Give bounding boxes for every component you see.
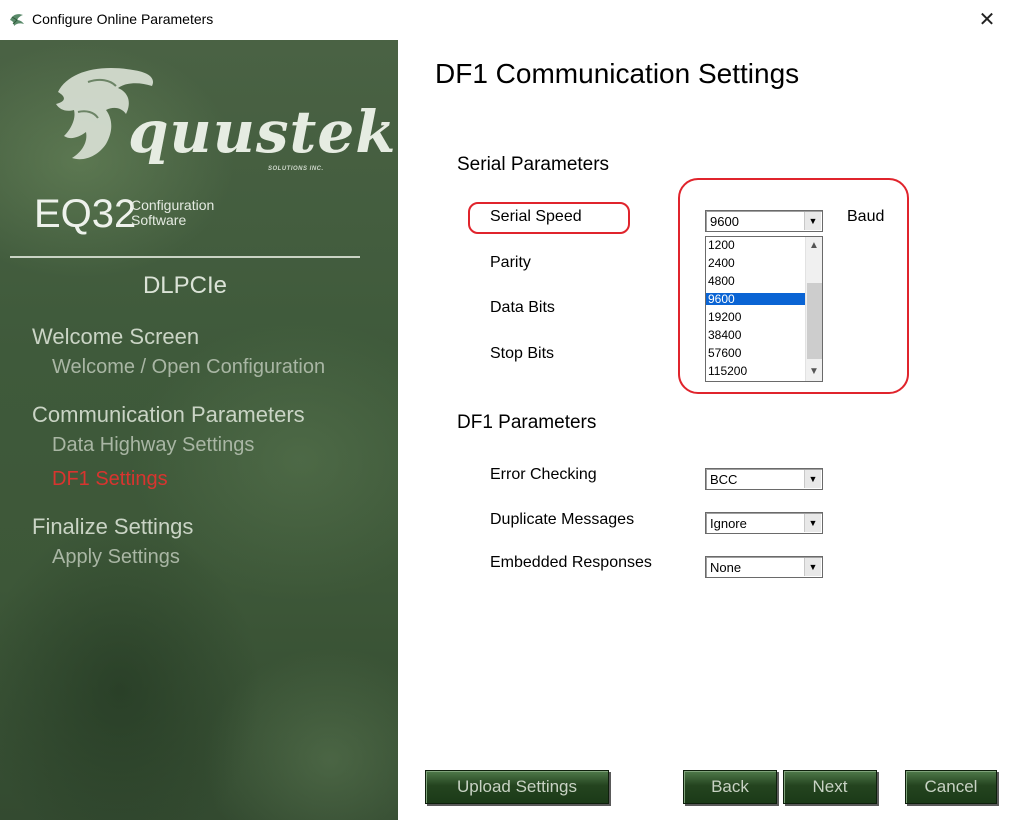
duplicate-messages-dropdown[interactable]: Ignore ▼ (705, 512, 823, 534)
chevron-down-icon[interactable]: ▼ (804, 470, 821, 488)
label-stop-bits: Stop Bits (490, 345, 555, 362)
close-icon[interactable]: ✕ (973, 6, 1001, 34)
nav-heading-finalize: Finalize Settings (32, 514, 194, 539)
section-heading-df1: DF1 Parameters (457, 412, 597, 433)
label-error-checking: Error Checking (490, 466, 597, 483)
nav-item-apply-settings[interactable]: Apply Settings (52, 546, 180, 569)
device-model: DLPCIe (142, 272, 228, 299)
cancel-button[interactable]: Cancel (905, 770, 997, 804)
annotation-highlight-speed-dropdown (678, 178, 909, 394)
app-icon (10, 14, 24, 26)
nav-heading-welcome: Welcome Screen (32, 324, 200, 349)
nav-item-data-highway-settings[interactable]: Data Highway Settings (52, 434, 254, 457)
window-title: Configure Online Parameters (32, 11, 214, 27)
nav-item-df1-settings[interactable]: DF1 Settings (52, 468, 168, 491)
nav-heading-communication: Communication Parameters (32, 402, 305, 427)
upload-settings-button[interactable]: Upload Settings (425, 770, 609, 804)
logo-wordmark: quustek (128, 98, 397, 166)
embedded-responses-dropdown[interactable]: None ▼ (705, 556, 823, 578)
page-title: DF1 Communication Settings (435, 58, 800, 89)
error-checking-value: BCC (710, 472, 738, 487)
embedded-responses-value: None (710, 560, 742, 575)
next-button[interactable]: Next (783, 770, 877, 804)
sidebar: quustek SOLUTIONS INC. EQ32 Configuratio… (0, 40, 398, 820)
title-bar: Configure Online Parameters ✕ (0, 0, 1009, 40)
duplicate-messages-value: Ignore (710, 516, 747, 531)
product-subtitle: Configuration Software (131, 198, 214, 228)
product-subtitle-line1: Configuration (131, 197, 215, 213)
label-parity: Parity (490, 254, 531, 271)
back-button[interactable]: Back (683, 770, 777, 804)
logo-tagline: SOLUTIONS INC. (268, 166, 324, 172)
nav-item-welcome-open-configuration[interactable]: Welcome / Open Configuration (52, 356, 325, 379)
chevron-down-icon[interactable]: ▼ (804, 558, 821, 576)
label-duplicate-messages: Duplicate Messages (490, 511, 635, 528)
product-subtitle-line2: Software (131, 212, 187, 228)
equustek-logo: quustek SOLUTIONS INC. (28, 52, 395, 202)
product-name: EQ32 (34, 192, 137, 236)
sidebar-divider (10, 256, 360, 258)
label-data-bits: Data Bits (490, 299, 555, 316)
section-heading-serial: Serial Parameters (457, 154, 610, 175)
label-embedded-responses: Embedded Responses (490, 554, 652, 571)
chevron-down-icon[interactable]: ▼ (804, 514, 821, 532)
error-checking-dropdown[interactable]: BCC ▼ (705, 468, 823, 490)
annotation-highlight-serial-speed-label (468, 202, 630, 234)
